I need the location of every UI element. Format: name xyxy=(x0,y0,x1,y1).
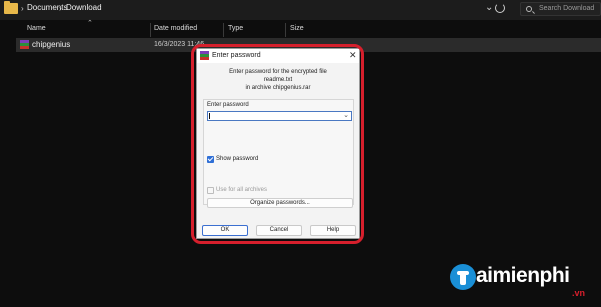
watermark-tld: .vn xyxy=(572,288,586,298)
column-headers: Name Date modified Type Size xyxy=(0,21,601,38)
refresh-icon[interactable] xyxy=(495,3,505,13)
watermark-text: aimienphi xyxy=(476,264,570,287)
watermark: aimienphi .vn xyxy=(450,262,600,304)
search-input[interactable]: Search Download xyxy=(520,2,601,16)
search-placeholder: Search Download xyxy=(539,5,595,12)
highlight-annotation xyxy=(191,44,364,244)
column-divider[interactable] xyxy=(223,23,224,37)
chevron-down-icon[interactable]: ⌄ xyxy=(485,2,493,13)
breadcrumb-download[interactable]: Download xyxy=(66,3,102,12)
chevron-right-icon: › xyxy=(59,4,62,13)
column-divider[interactable] xyxy=(285,23,286,37)
taimienphi-logo-icon xyxy=(450,264,476,290)
file-name: chipgenius xyxy=(32,40,71,49)
column-size[interactable]: Size xyxy=(290,25,304,32)
chevron-right-icon: › xyxy=(21,4,24,13)
winrar-archive-icon xyxy=(20,40,29,50)
column-type[interactable]: Type xyxy=(228,25,243,32)
column-divider[interactable] xyxy=(150,23,151,37)
column-date-modified[interactable]: Date modified xyxy=(154,25,197,32)
search-icon xyxy=(526,6,532,12)
folder-icon xyxy=(4,1,18,14)
address-bar: › Documents › Download ⌄ Search Download xyxy=(0,0,601,20)
column-name[interactable]: Name xyxy=(27,25,46,32)
